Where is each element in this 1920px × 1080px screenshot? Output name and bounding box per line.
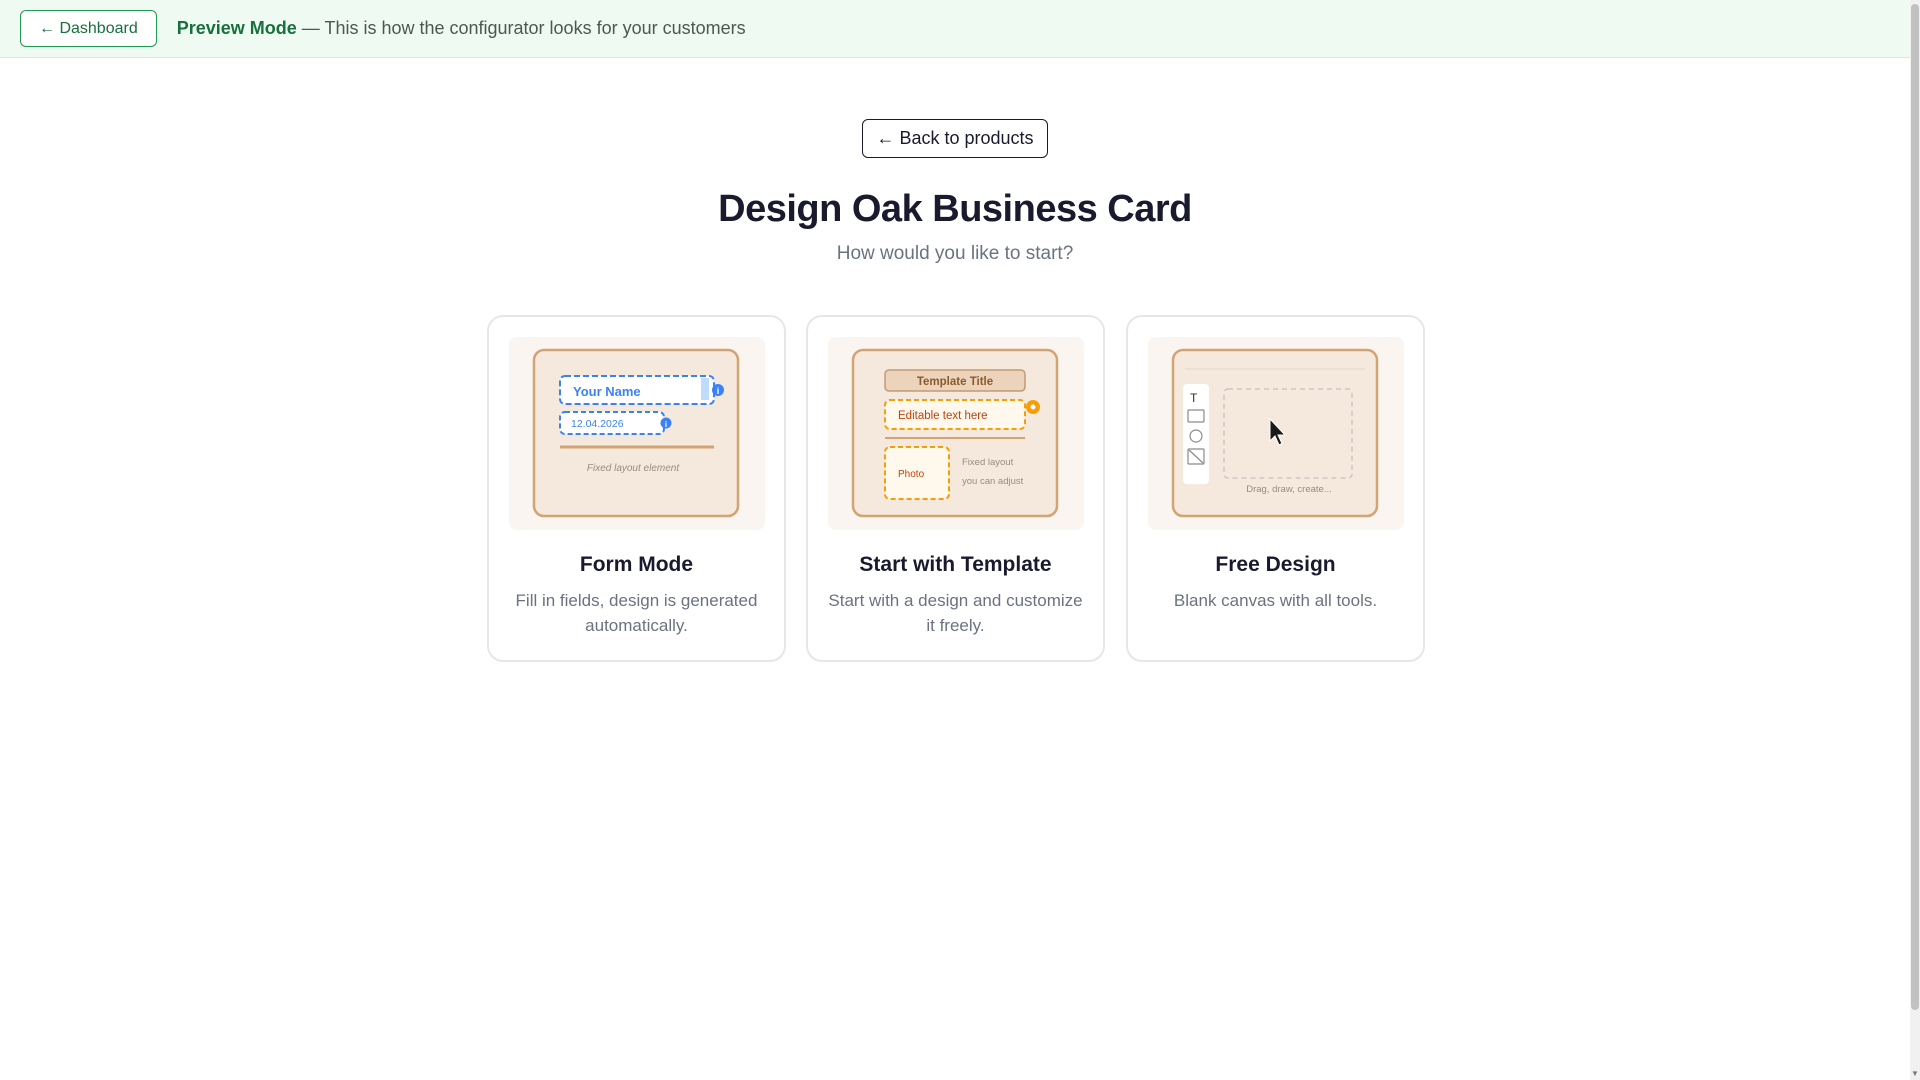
configurator-preview-page: ← Dashboard Preview Mode — This is how t…: [0, 0, 1920, 1080]
template-title-text: Template Title: [917, 376, 993, 388]
photo-label: Photo: [898, 469, 925, 480]
preview-mode-text: Preview Mode — This is how the configura…: [177, 18, 746, 39]
dashboard-button-label: ← Dashboard: [39, 19, 138, 37]
text-tool-icon: T: [1190, 391, 1198, 405]
back-to-products-label: ← Back to products: [876, 128, 1034, 148]
template-card[interactable]: Template Title Editable text here Photo …: [806, 315, 1105, 662]
free-design-description: Blank canvas with all tools.: [1173, 591, 1378, 610]
form-mode-illustration: Your Name i 12.04.2026 i Fixed layout el…: [532, 348, 740, 518]
date-field-text: 12.04.2026: [571, 418, 624, 430]
page-scrollbar[interactable]: ▼: [1910, 0, 1920, 1080]
template-description: Start with a design and customize it fre…: [828, 591, 1083, 635]
free-design-preview: T Drag, draw, create...: [1148, 337, 1404, 530]
back-to-products-button[interactable]: ← Back to products: [862, 119, 1048, 158]
free-design-title: Free Design: [1215, 553, 1336, 576]
page-subtitle: How would you like to start?: [836, 243, 1074, 264]
form-mode-preview: Your Name i 12.04.2026 i Fixed layout el…: [509, 337, 765, 530]
page-title: Design Oak Business Card: [718, 188, 1192, 230]
name-field-text: Your Name: [573, 384, 641, 399]
canvas-caption: Drag, draw, create...: [1246, 484, 1332, 495]
text-cursor-mark: [701, 378, 709, 400]
plus-badge-dot: [1030, 404, 1036, 410]
template-illustration: Template Title Editable text here Photo …: [851, 348, 1059, 518]
info-icon-glyph: i: [665, 420, 667, 429]
editable-text-label: Editable text here: [898, 410, 988, 422]
template-title: Start with Template: [859, 553, 1052, 576]
fixed-layout-note-1: Fixed layout: [962, 457, 1014, 468]
form-mode-title: Form Mode: [579, 553, 694, 576]
form-mode-description: Fill in fields, design is generated auto…: [515, 591, 758, 635]
preview-mode-banner: ← Dashboard Preview Mode — This is how t…: [0, 0, 1910, 58]
free-design-illustration: T Drag, draw, create...: [1171, 348, 1379, 518]
preview-mode-description: — This is how the configurator looks for…: [296, 18, 746, 38]
template-preview: Template Title Editable text here Photo …: [828, 337, 1084, 530]
scroll-down-arrow-icon[interactable]: ▼: [1911, 1069, 1919, 1078]
fixed-element-note: Fixed layout element: [587, 463, 680, 474]
dashboard-button[interactable]: ← Dashboard: [20, 10, 157, 47]
info-icon-glyph: i: [717, 386, 720, 396]
fixed-layout-note-2: you can adjust: [962, 476, 1024, 487]
free-design-card[interactable]: T Drag, draw, create... Free Design Blan…: [1126, 315, 1425, 662]
form-mode-card[interactable]: Your Name i 12.04.2026 i Fixed layout el…: [487, 315, 786, 662]
scrollbar-thumb[interactable]: [1911, 4, 1919, 1010]
preview-mode-label: Preview Mode: [176, 18, 297, 38]
